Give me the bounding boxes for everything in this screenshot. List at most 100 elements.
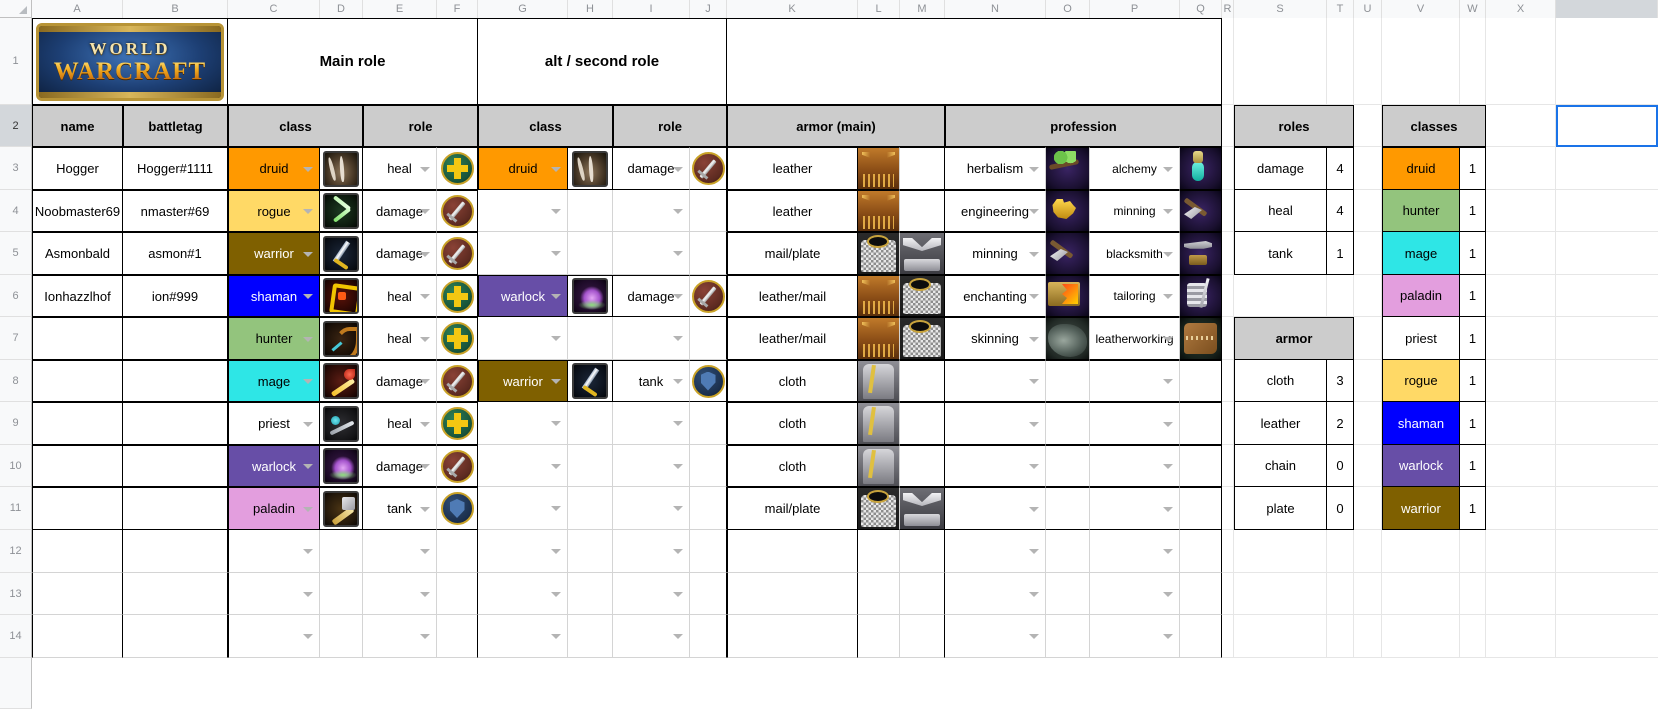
dropdown-caret-icon[interactable] (1163, 464, 1173, 469)
dropdown-caret-icon[interactable] (420, 549, 430, 554)
dropdown-caret-icon[interactable] (303, 379, 313, 384)
dropdown-caret-icon[interactable] (303, 421, 313, 427)
cell-alt-class[interactable]: warlock (478, 275, 568, 317)
dropdown-caret-icon[interactable] (551, 549, 561, 554)
column-header-k[interactable]: K (727, 0, 858, 18)
cell-name[interactable] (32, 573, 123, 615)
dropdown-caret-icon[interactable] (551, 634, 561, 639)
row-header-6[interactable]: 6 (0, 275, 32, 317)
cell-alt-role[interactable] (613, 190, 690, 232)
cell-profession-1[interactable] (945, 402, 1046, 445)
dropdown-caret-icon[interactable] (1029, 506, 1039, 512)
dropdown-caret-icon[interactable] (303, 251, 313, 257)
column-header-v[interactable]: V (1382, 0, 1460, 18)
dropdown-caret-icon[interactable] (551, 208, 561, 214)
cell-main-role[interactable]: heal (363, 147, 437, 190)
dropdown-caret-icon[interactable] (1163, 634, 1173, 639)
cell-alt-class[interactable]: warrior (478, 360, 568, 402)
cell-main-class[interactable]: hunter (228, 317, 320, 360)
cell-main-role[interactable]: heal (363, 317, 437, 360)
cell-alt-role[interactable]: tank (613, 360, 690, 402)
cell-main-class[interactable]: shaman (228, 275, 320, 317)
dropdown-caret-icon[interactable] (1163, 379, 1173, 384)
cell-armor[interactable]: cloth (727, 402, 858, 445)
dropdown-caret-icon[interactable] (420, 294, 430, 299)
dropdown-caret-icon[interactable] (420, 166, 430, 172)
dropdown-caret-icon[interactable] (1163, 166, 1173, 172)
cell-profession-1[interactable] (945, 615, 1046, 658)
dropdown-caret-icon[interactable] (420, 591, 430, 597)
dropdown-caret-icon[interactable] (551, 506, 561, 511)
dropdown-caret-icon[interactable] (303, 506, 313, 512)
dropdown-caret-icon[interactable] (673, 208, 683, 214)
cell-profession-1[interactable] (945, 530, 1046, 573)
select-all-corner[interactable] (0, 0, 32, 18)
dropdown-caret-icon[interactable] (551, 379, 561, 384)
dropdown-caret-icon[interactable] (673, 294, 683, 299)
column-header-l[interactable]: L (858, 0, 900, 18)
cell-armor[interactable] (727, 573, 858, 615)
dropdown-caret-icon[interactable] (551, 336, 561, 341)
column-header-b[interactable]: B (123, 0, 228, 18)
column-header-i[interactable]: I (613, 0, 690, 18)
dropdown-caret-icon[interactable] (1029, 634, 1039, 639)
cell-main-role[interactable]: heal (363, 275, 437, 317)
cell-main-role[interactable]: damage (363, 360, 437, 402)
dropdown-caret-icon[interactable] (1029, 336, 1039, 342)
dropdown-caret-icon[interactable] (1029, 294, 1039, 299)
dropdown-caret-icon[interactable] (673, 634, 683, 639)
dropdown-caret-icon[interactable] (420, 634, 430, 639)
dropdown-caret-icon[interactable] (1029, 421, 1039, 427)
cell-alt-role[interactable] (613, 232, 690, 275)
dropdown-caret-icon[interactable] (1163, 421, 1173, 427)
cell-main-class[interactable] (228, 615, 320, 658)
dropdown-caret-icon[interactable] (551, 591, 561, 597)
cell-alt-class[interactable] (478, 232, 568, 275)
cell-battletag[interactable] (123, 360, 228, 402)
column-header-t[interactable]: T (1327, 0, 1354, 18)
column-header-w[interactable]: W (1460, 0, 1486, 18)
dropdown-caret-icon[interactable] (1029, 464, 1039, 469)
dropdown-caret-icon[interactable] (420, 506, 430, 512)
cell-main-class[interactable] (228, 573, 320, 615)
spreadsheet-canvas[interactable]: A B C D E F G H I J K L M N O P Q R S T U V W X 1 2 3 4 5 6 7 8 9 10 11 12 1… (0, 0, 1658, 709)
cell-armor[interactable]: mail/plate (727, 232, 858, 275)
dropdown-caret-icon[interactable] (1163, 294, 1173, 299)
cell-alt-role[interactable] (613, 530, 690, 573)
cell-armor[interactable]: leather/mail (727, 317, 858, 360)
cell-profession-2[interactable]: minning (1090, 190, 1180, 232)
cell-armor[interactable] (727, 530, 858, 573)
column-header-a[interactable]: A (32, 0, 123, 18)
dropdown-caret-icon[interactable] (303, 634, 313, 639)
cell-battletag[interactable] (123, 445, 228, 487)
cell-profession-1[interactable] (945, 487, 1046, 530)
cell-battletag[interactable]: Hogger#1111 (123, 147, 228, 190)
cell-name[interactable]: Ionhazzlhof (32, 275, 123, 317)
cell-battletag[interactable] (123, 317, 228, 360)
cell-armor[interactable]: cloth (727, 445, 858, 487)
cell-alt-class[interactable] (478, 190, 568, 232)
dropdown-caret-icon[interactable] (303, 336, 313, 342)
cell-name[interactable] (32, 317, 123, 360)
cell-name[interactable] (32, 360, 123, 402)
cell-battletag[interactable]: nmaster#69 (123, 190, 228, 232)
cell-alt-role[interactable] (613, 573, 690, 615)
cell-alt-class[interactable] (478, 317, 568, 360)
dropdown-caret-icon[interactable] (673, 463, 683, 469)
column-header-g[interactable]: G (478, 0, 568, 18)
dropdown-caret-icon[interactable] (673, 379, 683, 384)
cell-battletag[interactable]: ion#999 (123, 275, 228, 317)
column-header-x[interactable]: X (1486, 0, 1556, 18)
column-header-q[interactable]: Q (1180, 0, 1222, 18)
column-header-h[interactable]: H (568, 0, 613, 18)
cell-profession-2[interactable]: tailoring (1090, 275, 1180, 317)
cell-alt-class[interactable] (478, 530, 568, 573)
dropdown-caret-icon[interactable] (420, 251, 430, 257)
cell-main-role[interactable] (363, 573, 437, 615)
cell-armor[interactable]: leather (727, 190, 858, 232)
dropdown-caret-icon[interactable] (303, 166, 313, 172)
cell-alt-role[interactable] (613, 317, 690, 360)
column-header-j[interactable]: J (690, 0, 727, 18)
dropdown-caret-icon[interactable] (303, 549, 313, 554)
row-header-12[interactable]: 12 (0, 530, 32, 573)
